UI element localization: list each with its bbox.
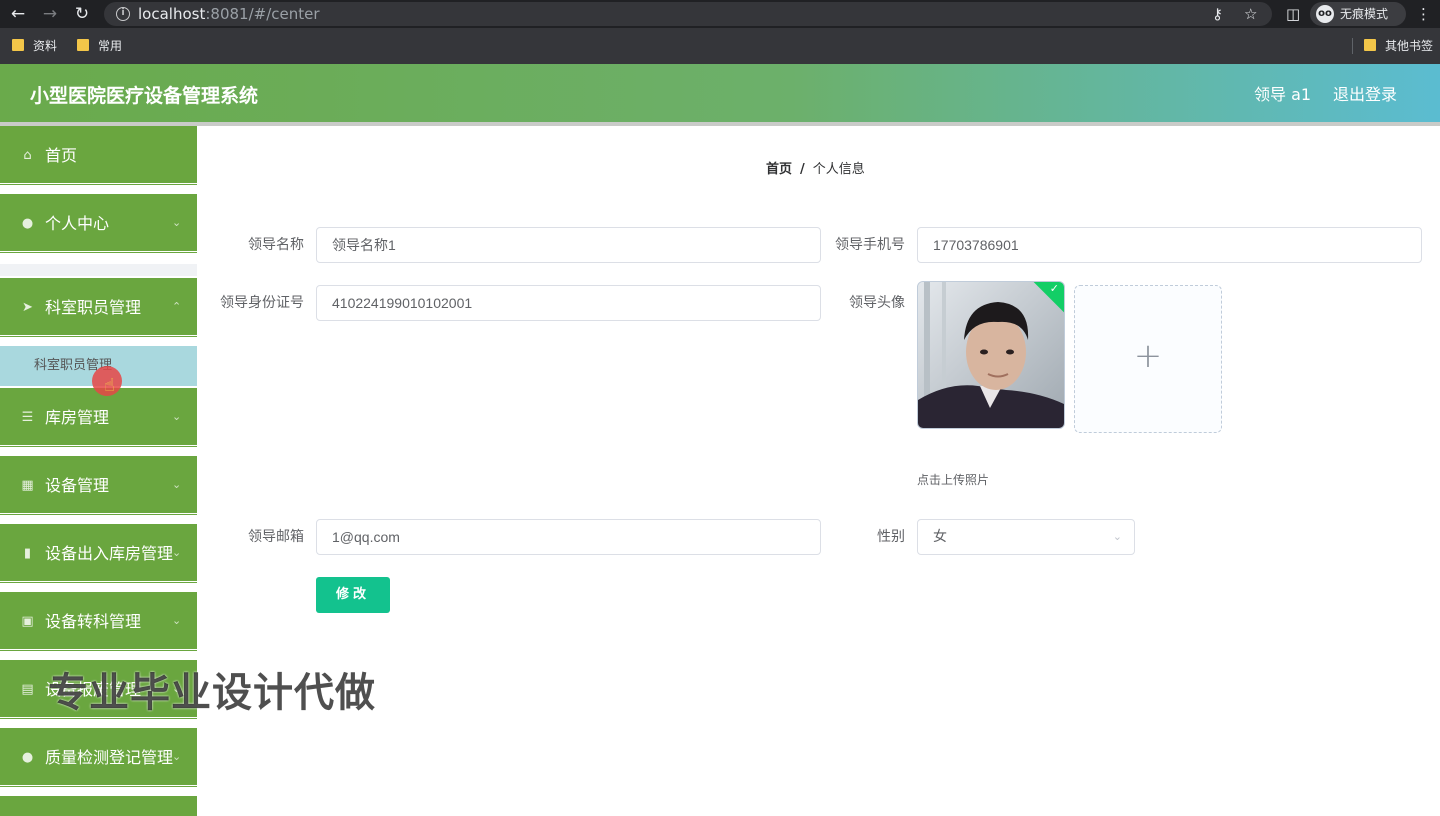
folder-icon bbox=[1364, 39, 1376, 51]
star-icon[interactable]: ☆ bbox=[1244, 5, 1257, 23]
breadcrumb-current: 个人信息 bbox=[812, 162, 865, 177]
sidebar-item-home[interactable]: ⌂ 首页 bbox=[0, 126, 197, 186]
bookmark-folder-1[interactable]: 资料 bbox=[12, 38, 57, 54]
menu-lines-icon: ☰ bbox=[21, 410, 34, 425]
side-panel-icon[interactable]: ◫ bbox=[1286, 4, 1300, 24]
url-text[interactable]: localhost:8081/#/center bbox=[138, 5, 320, 23]
user-icon: ● bbox=[21, 750, 34, 765]
app-title: 小型医院医疗设备管理系统 bbox=[30, 85, 259, 107]
menu-gap bbox=[0, 264, 197, 276]
chevron-up-icon: ⌃ bbox=[172, 300, 182, 313]
phone-input[interactable] bbox=[917, 227, 1422, 263]
chevron-down-icon: ⌄ bbox=[172, 216, 182, 229]
logout-link[interactable]: 退出登录 bbox=[1333, 84, 1397, 106]
sidebar-item-label: 设备转科管理 bbox=[45, 612, 142, 631]
app-header: 小型医院医疗设备管理系统 领导 a1 退出登录 bbox=[0, 64, 1440, 126]
upload-tip: 点击上传照片 bbox=[917, 473, 990, 487]
plus-icon: + bbox=[1133, 336, 1163, 376]
bookmark-folder-2[interactable]: 常用 bbox=[77, 38, 122, 54]
reload-icon[interactable]: ↻ bbox=[72, 4, 92, 24]
forward-arrow-icon[interactable]: → bbox=[40, 4, 60, 24]
home-icon: ⌂ bbox=[23, 148, 32, 163]
chevron-down-icon: ⌄ bbox=[172, 478, 182, 491]
email-input[interactable] bbox=[316, 519, 821, 555]
address-bar[interactable]: i localhost:8081/#/center ⚷ ☆ bbox=[104, 2, 1272, 26]
user-icon: ● bbox=[21, 216, 34, 231]
send-icon: ➤ bbox=[22, 300, 33, 315]
more-menu-icon[interactable]: ⋮ bbox=[1416, 4, 1431, 24]
gender-label: 性别 bbox=[877, 529, 905, 545]
other-bookmarks[interactable]: 其他书签 bbox=[1364, 38, 1433, 54]
info-icon[interactable]: i bbox=[116, 7, 130, 21]
clipboard-icon: ▣ bbox=[21, 614, 34, 629]
sidebar-item-personal-center[interactable]: ● 个人中心 ⌄ bbox=[0, 194, 197, 254]
folder-icon bbox=[77, 39, 89, 51]
sidebar-item-equipment-inout[interactable]: ▮ 设备出入库房管理 ⌄ bbox=[0, 524, 197, 584]
grid-icon: ▦ bbox=[21, 478, 34, 493]
check-icon: ✓ bbox=[1049, 282, 1059, 295]
key-icon[interactable]: ⚷ bbox=[1212, 5, 1223, 23]
incognito-badge[interactable]: oo 无痕模式 bbox=[1310, 2, 1406, 26]
bookmarks-bar: 资料 常用 其他书签 bbox=[0, 28, 1440, 64]
phone-label: 领导手机号 bbox=[835, 237, 905, 253]
email-label: 领导邮箱 bbox=[248, 529, 304, 545]
incognito-icon: oo bbox=[1316, 5, 1334, 23]
chevron-down-icon: ⌄ bbox=[172, 750, 182, 763]
sidebar-item-staff[interactable]: ➤ 科室职员管理 ⌃ bbox=[0, 278, 197, 338]
chevron-down-icon: ⌄ bbox=[172, 546, 182, 559]
sidebar-item-label: 个人中心 bbox=[45, 214, 110, 233]
device-icon: ▮ bbox=[23, 546, 32, 561]
sidebar-item-label: 库房管理 bbox=[45, 408, 110, 427]
back-arrow-icon[interactable]: ← bbox=[8, 4, 28, 24]
browser-toolbar: ← → ↻ i localhost:8081/#/center ⚷ ☆ ◫ oo… bbox=[0, 0, 1440, 28]
sidebar-item-label: 首页 bbox=[45, 146, 78, 165]
sidebar-item-equipment-transfer[interactable]: ▣ 设备转科管理 ⌄ bbox=[0, 592, 197, 652]
upload-button[interactable]: + bbox=[1074, 285, 1222, 433]
watermark: 专业毕业设计代做 bbox=[48, 670, 376, 716]
breadcrumb: 首页 / 个人信息 bbox=[766, 160, 865, 180]
sidebar-item-label: 设备出入库房管理 bbox=[45, 544, 174, 563]
sidebar-item-quality-check[interactable]: ● 质量检测登记管理 ⌄ bbox=[0, 728, 197, 788]
bookmarks-divider bbox=[1352, 38, 1353, 54]
id-number-input[interactable] bbox=[316, 285, 821, 321]
avatar-image[interactable]: ✓ bbox=[917, 281, 1065, 429]
incognito-label: 无痕模式 bbox=[1340, 7, 1389, 21]
chevron-down-icon: ⌄ bbox=[172, 614, 182, 627]
id-number-label: 领导身份证号 bbox=[220, 295, 304, 311]
hand-cursor-icon: ☝ bbox=[104, 375, 115, 396]
sidebar-item-warehouse[interactable]: ☰ 库房管理 ⌄ bbox=[0, 388, 197, 448]
sidebar-item-label: 科室职员管理 bbox=[45, 298, 142, 317]
name-input[interactable] bbox=[316, 227, 821, 263]
gender-select[interactable]: 女 ⌄ bbox=[917, 519, 1135, 555]
breadcrumb-home[interactable]: 首页 bbox=[766, 162, 792, 177]
name-label: 领导名称 bbox=[248, 237, 304, 253]
sidebar-item-label: 质量检测登记管理 bbox=[45, 748, 174, 767]
avatar-photo bbox=[918, 282, 1064, 428]
sidebar-item-label: 设备管理 bbox=[45, 476, 110, 495]
gender-value: 女 bbox=[933, 529, 947, 545]
document-icon: ▤ bbox=[21, 682, 34, 697]
chevron-down-icon: ⌄ bbox=[172, 410, 182, 423]
submit-button[interactable]: 修改 bbox=[316, 577, 390, 613]
avatar-label: 领导头像 bbox=[849, 295, 905, 311]
sidebar-item-more[interactable] bbox=[0, 796, 197, 816]
folder-icon bbox=[12, 39, 24, 51]
breadcrumb-separator: / bbox=[800, 162, 805, 177]
sidebar-item-equipment[interactable]: ▦ 设备管理 ⌄ bbox=[0, 456, 197, 516]
current-user: 领导 a1 bbox=[1254, 85, 1312, 104]
chevron-down-icon: ⌄ bbox=[1112, 530, 1122, 543]
